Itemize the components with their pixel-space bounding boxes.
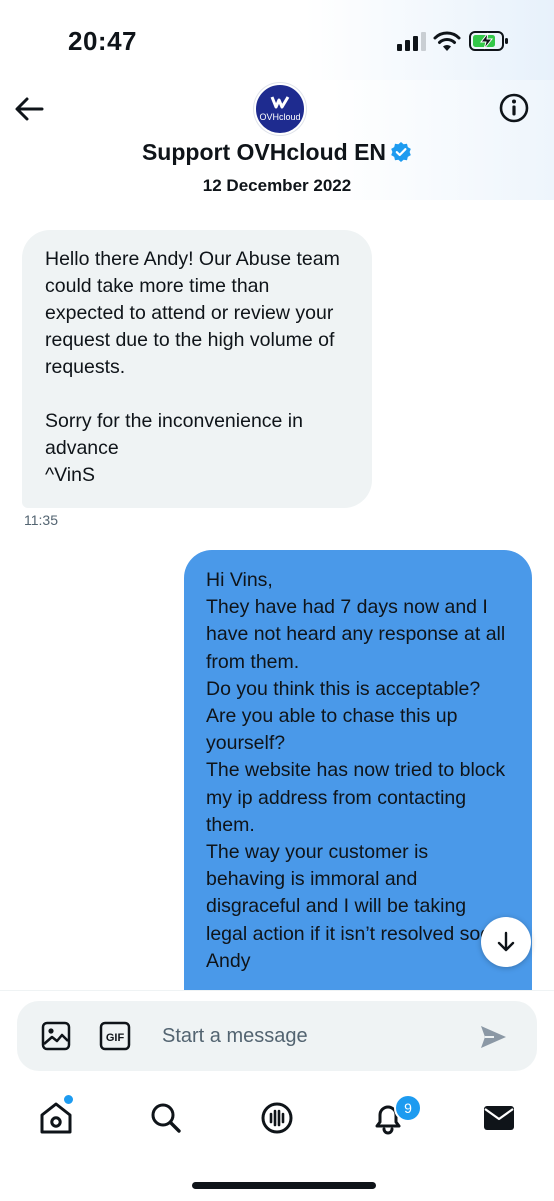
spaces-icon[interactable] (257, 1098, 297, 1138)
home-indicator (192, 1182, 376, 1189)
svg-text:GIF: GIF (106, 1032, 125, 1044)
status-time: 20:47 (68, 26, 137, 56)
verified-badge-icon (391, 142, 411, 162)
gif-icon[interactable]: GIF (98, 1020, 132, 1052)
home-unread-dot (63, 1094, 74, 1105)
wifi-icon (433, 31, 461, 51)
signal-icon (397, 32, 426, 51)
info-icon[interactable] (497, 91, 531, 125)
incoming-message-bubble[interactable]: Hello there Andy! Our Abuse team could t… (22, 230, 372, 508)
message-timestamp: 11:35 (24, 512, 58, 528)
send-icon[interactable] (478, 1022, 508, 1052)
battery-charging-icon (469, 31, 508, 51)
notifications-badge: 9 (394, 1094, 422, 1122)
scroll-to-bottom-button[interactable] (481, 917, 531, 967)
ovhcloud-logo-icon (270, 96, 290, 109)
contact-name[interactable]: Support OVHcloud EN (0, 139, 554, 166)
arrow-down-icon (497, 931, 515, 952)
conversation-date: 12 December 2022 (202, 176, 352, 195)
outgoing-message-bubble[interactable]: Hi Vins, They have had 7 days now and I … (184, 550, 532, 1020)
image-icon[interactable] (40, 1020, 72, 1052)
search-icon[interactable] (146, 1098, 186, 1138)
messages-icon[interactable] (479, 1098, 519, 1138)
contact-name-text: Support OVHcloud EN (141, 139, 387, 165)
avatar[interactable]: OVHcloud (254, 83, 306, 135)
avatar-label: OVHcloud (259, 112, 301, 122)
back-arrow-icon[interactable] (12, 92, 46, 126)
message-input[interactable] (152, 1015, 472, 1057)
